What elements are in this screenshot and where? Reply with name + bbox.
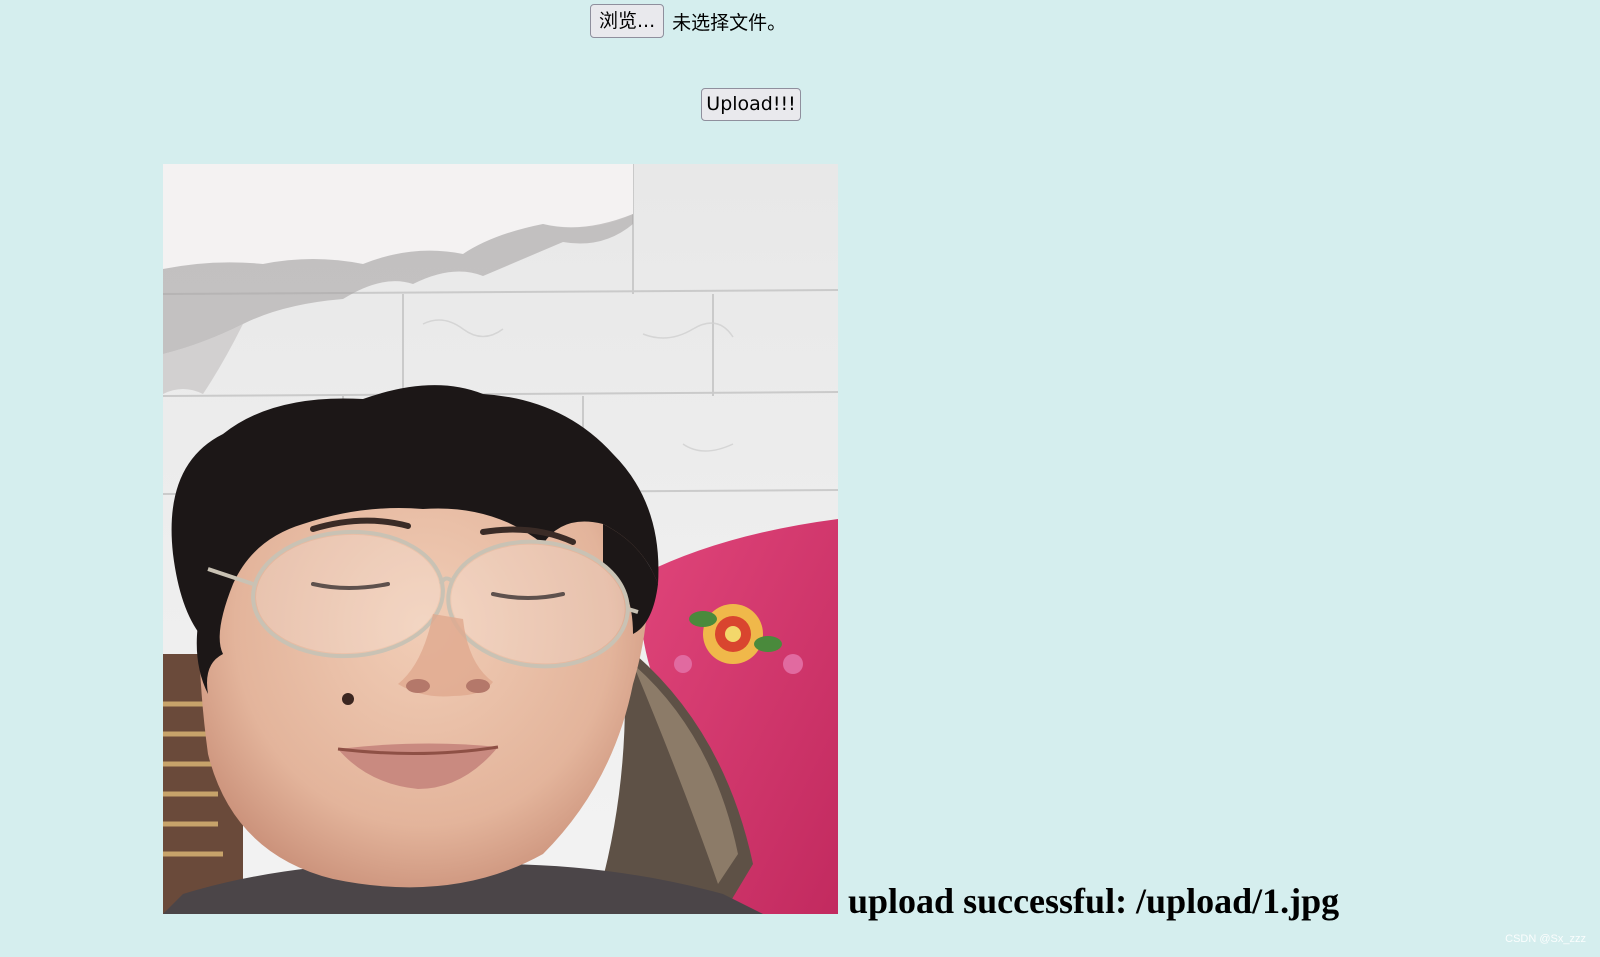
upload-page: 浏览... 未选择文件。 Upload!!! upload successful… <box>0 0 1600 957</box>
watermark-text: CSDN @Sx_zzz <box>1505 933 1586 945</box>
file-input[interactable]: 浏览... 未选择文件。 <box>590 4 786 38</box>
upload-button[interactable]: Upload!!! <box>701 88 801 121</box>
file-status-text: 未选择文件。 <box>672 11 787 34</box>
browse-button[interactable]: 浏览... <box>590 4 665 38</box>
uploaded-photo <box>163 164 838 914</box>
upload-result-message: upload successful: /upload/1.jpg <box>848 881 1340 921</box>
